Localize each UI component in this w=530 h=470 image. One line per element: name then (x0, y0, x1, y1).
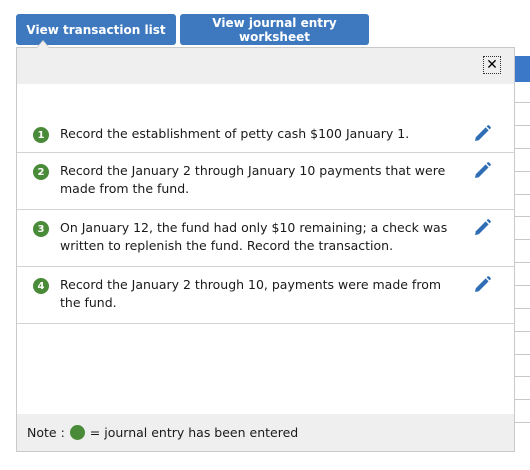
pencil-icon[interactable] (472, 218, 492, 238)
transaction-item-1[interactable]: 1 Record the establishment of petty cash… (17, 116, 514, 153)
completed-step-badge: 2 (33, 164, 49, 180)
completed-step-badge: 1 (33, 127, 49, 143)
background-header-strip (515, 56, 530, 82)
popup-caret-fill (37, 41, 49, 48)
popup-header: ✕ (17, 48, 514, 84)
completed-step-badge: 3 (33, 221, 49, 237)
pencil-icon[interactable] (472, 124, 492, 144)
legend-note: Note : = journal entry has been entered (17, 414, 514, 451)
transaction-list-popup: ✕ 1 Record the establishment of petty ca… (16, 47, 515, 452)
transaction-text: On January 12, the fund had only $10 rem… (60, 220, 448, 253)
close-icon[interactable]: ✕ (483, 56, 501, 74)
background-table-lines (515, 82, 530, 442)
view-journal-entry-worksheet-button[interactable]: View journal entry worksheet (180, 14, 369, 45)
transaction-item-4[interactable]: 4 Record the January 2 through 10, payme… (17, 267, 514, 324)
note-label: Note : (27, 425, 65, 440)
page: View transaction list View journal entry… (0, 0, 530, 470)
transaction-text: Record the January 2 through January 10 … (60, 163, 446, 196)
note-text: = journal entry has been entered (89, 425, 299, 440)
transaction-item-3[interactable]: 3 On January 12, the fund had only $10 r… (17, 210, 514, 267)
transaction-text: Record the establishment of petty cash $… (60, 126, 410, 141)
completed-step-badge: 4 (33, 278, 49, 294)
transaction-list: 1 Record the establishment of petty cash… (17, 116, 514, 324)
pencil-icon[interactable] (472, 275, 492, 295)
transaction-item-2[interactable]: 2 Record the January 2 through January 1… (17, 153, 514, 210)
transaction-text: Record the January 2 through 10, payment… (60, 277, 442, 310)
pencil-icon[interactable] (472, 161, 492, 181)
green-dot-icon (69, 425, 85, 440)
